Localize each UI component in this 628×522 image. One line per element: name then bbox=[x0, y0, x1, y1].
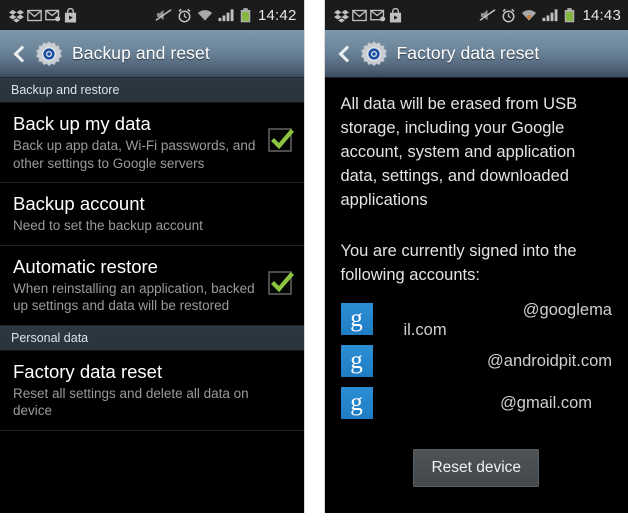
account-row: g @googlema il.com bbox=[340, 301, 615, 339]
account-row: g @gmail.com bbox=[340, 385, 615, 421]
alarm-clock-icon bbox=[178, 8, 191, 22]
reset-device-button[interactable]: Reset device bbox=[413, 449, 540, 487]
wifi-icon bbox=[522, 9, 537, 21]
account-email: @googlema bbox=[522, 301, 612, 319]
left-status-bar: 14:42 bbox=[0, 0, 304, 30]
checkbox-automatic-restore[interactable] bbox=[267, 270, 294, 295]
list-item-subtitle: Need to set the backup account bbox=[13, 218, 203, 233]
email-sync-icon bbox=[45, 9, 61, 21]
page-title: Backup and reset bbox=[72, 43, 210, 63]
list-item-title: Factory data reset bbox=[13, 360, 163, 382]
checkbox-back-up-my-data[interactable] bbox=[267, 128, 294, 152]
list-item-subtitle: Reset all settings and delete all data o… bbox=[13, 385, 249, 419]
gmail-icon bbox=[351, 9, 367, 21]
list-item-back-up-my-data[interactable]: Back up my data Back up app data, Wi-Fi … bbox=[0, 103, 304, 183]
list-item-title: Backup account bbox=[13, 193, 145, 214]
dropbox-icon bbox=[9, 9, 24, 22]
status-bar-notification-icons bbox=[333, 7, 402, 23]
account-list: g @googlema il.com g @androidpit.com g @… bbox=[340, 301, 615, 421]
google-account-icon: g bbox=[340, 303, 373, 335]
right-phone-screen: 14:43 Factory data reset All data will b bbox=[323, 0, 628, 513]
right-action-bar: Factory data reset bbox=[324, 30, 628, 78]
back-arrow-icon[interactable] bbox=[10, 41, 28, 67]
list-item-automatic-restore[interactable]: Automatic restore When reinstalling an a… bbox=[0, 246, 304, 326]
list-item-backup-account[interactable]: Backup account Need to set the backup ac… bbox=[0, 183, 304, 246]
account-email: @androidpit.com bbox=[487, 351, 612, 370]
factory-reset-body: All data will be erased from USB storage… bbox=[324, 78, 628, 513]
left-action-bar: Backup and reset bbox=[0, 30, 304, 78]
play-store-icon bbox=[64, 7, 77, 22]
mute-icon bbox=[155, 9, 172, 21]
screenshot-stage: 14:42 Backup and reset Backup and restor bbox=[0, 0, 628, 522]
list-item-title: Automatic restore bbox=[13, 255, 158, 277]
list-item-title: Back up my data bbox=[13, 113, 151, 134]
status-bar-notification-icons bbox=[9, 7, 77, 23]
play-store-icon bbox=[389, 7, 401, 22]
section-header-personal-data: Personal data bbox=[0, 325, 304, 351]
status-bar-system-icons: 14:43 bbox=[479, 7, 621, 24]
settings-gear-icon bbox=[359, 39, 389, 69]
google-account-icon: g bbox=[340, 387, 373, 419]
status-bar-clock: 14:43 bbox=[582, 6, 621, 24]
gmail-icon bbox=[27, 9, 42, 21]
signal-bars-icon bbox=[218, 9, 234, 22]
alarm-clock-icon bbox=[502, 8, 515, 22]
signal-bars-icon bbox=[542, 9, 558, 22]
settings-list: Backup and restore Back up my data Back … bbox=[0, 78, 304, 476]
dropbox-icon bbox=[333, 9, 349, 22]
settings-gear-icon bbox=[34, 39, 64, 69]
left-phone-screen: 14:42 Backup and reset Backup and restor bbox=[0, 0, 305, 513]
status-bar-system-icons: 14:42 bbox=[155, 7, 297, 24]
row-text: Automatic restore When reinstalling an a… bbox=[13, 255, 268, 315]
account-email: @gmail.com bbox=[500, 393, 592, 412]
back-arrow-icon[interactable] bbox=[335, 41, 353, 67]
section-header-backup-and-restore: Backup and restore bbox=[0, 78, 304, 103]
checkmark-icon bbox=[270, 129, 294, 150]
account-email-wrap: il.com bbox=[403, 321, 447, 339]
list-item-subtitle: When reinstalling an application, backed… bbox=[13, 280, 255, 314]
account-row: g @androidpit.com bbox=[340, 343, 615, 379]
google-account-icon: g bbox=[340, 345, 373, 377]
row-text: Factory data reset Reset all settings an… bbox=[13, 360, 292, 420]
row-text: Back up my data Back up app data, Wi-Fi … bbox=[13, 112, 268, 172]
email-sync-icon bbox=[369, 9, 385, 21]
checkmark-icon bbox=[270, 271, 294, 292]
wifi-icon bbox=[197, 9, 213, 21]
list-item-factory-data-reset[interactable]: Factory data reset Reset all settings an… bbox=[0, 351, 304, 431]
list-empty-area bbox=[0, 430, 304, 476]
reset-button-container: Reset device bbox=[325, 449, 628, 487]
list-item-subtitle: Back up app data, Wi-Fi passwords, and o… bbox=[13, 138, 256, 171]
right-status-bar: 14:43 bbox=[324, 0, 628, 30]
accounts-intro-text: You are currently signed into the follow… bbox=[340, 242, 577, 284]
battery-icon bbox=[240, 7, 251, 22]
page-title: Factory data reset bbox=[396, 43, 540, 63]
warning-text: All data will be erased from USB storage… bbox=[340, 95, 578, 209]
battery-icon bbox=[565, 7, 575, 22]
row-text: Backup account Need to set the backup ac… bbox=[13, 192, 292, 235]
status-bar-clock: 14:42 bbox=[257, 6, 297, 24]
mute-icon bbox=[479, 9, 496, 21]
